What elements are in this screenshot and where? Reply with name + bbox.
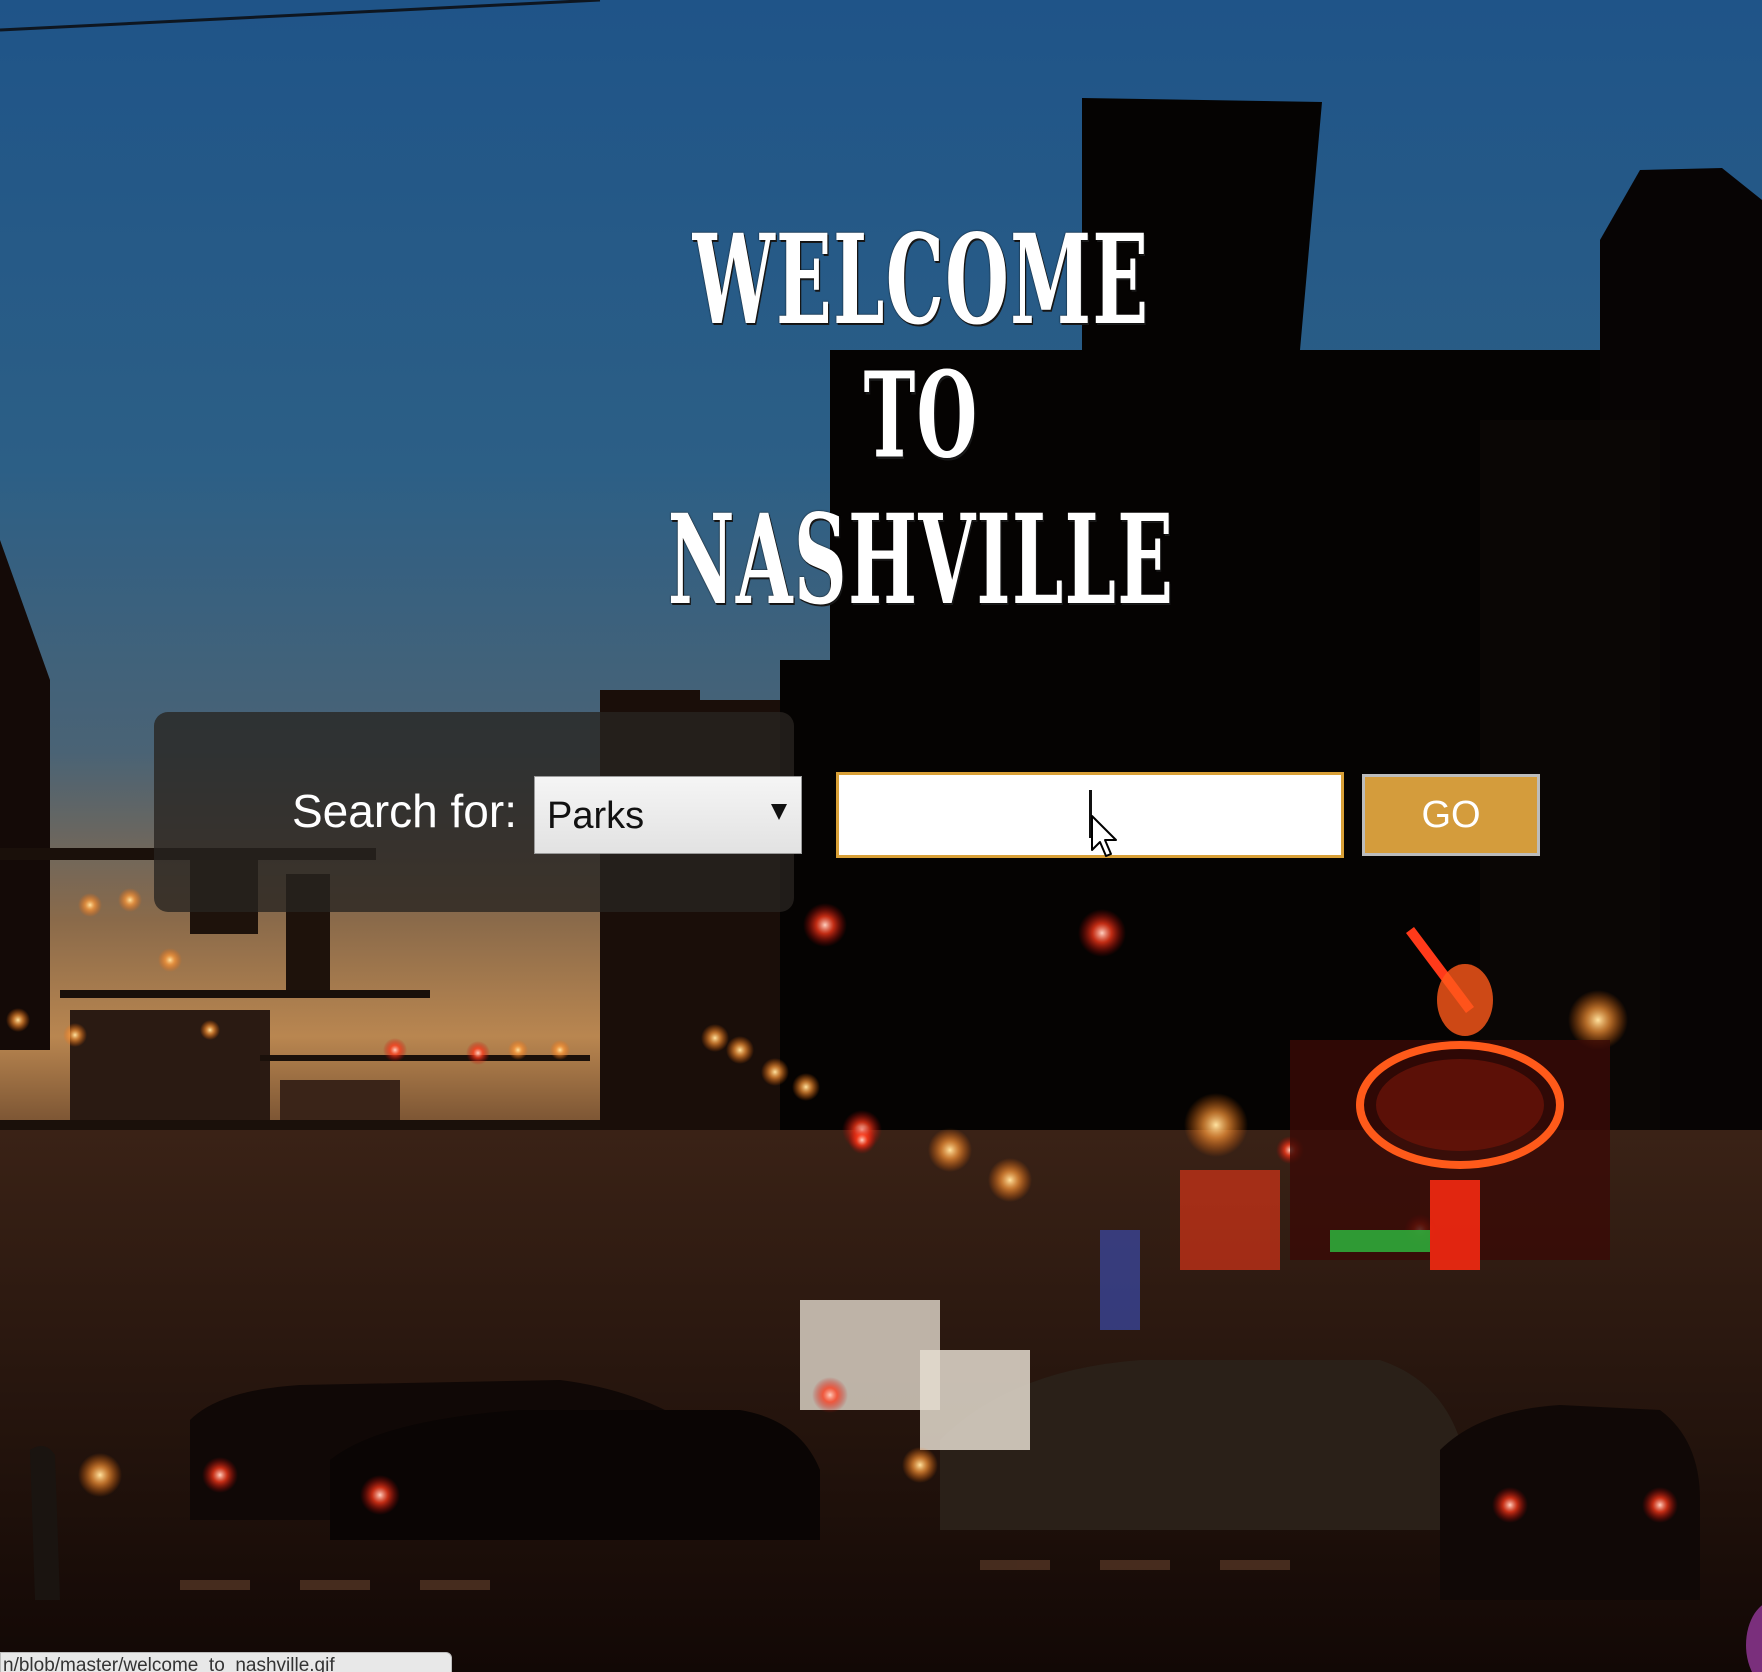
category-selected-value: Parks [547, 795, 645, 837]
title-line-welcome: Welcome [692, 206, 1150, 353]
status-bar-url: n/blob/master/welcome_to_nashville.gif [0, 1652, 452, 1672]
page-title: Welcome to Nashville [0, 206, 1762, 638]
dropdown-arrow-icon [771, 804, 787, 820]
search-label: Search for: [292, 785, 517, 837]
category-select[interactable]: Parks [534, 776, 802, 854]
page: Welcome to Nashville Search for: Parks G… [0, 0, 1762, 1672]
title-line-nashville: Nashville [667, 486, 1175, 633]
go-button[interactable]: GO [1362, 774, 1540, 856]
mouse-pointer-icon [1091, 815, 1117, 857]
title-line-to: to [863, 347, 979, 486]
